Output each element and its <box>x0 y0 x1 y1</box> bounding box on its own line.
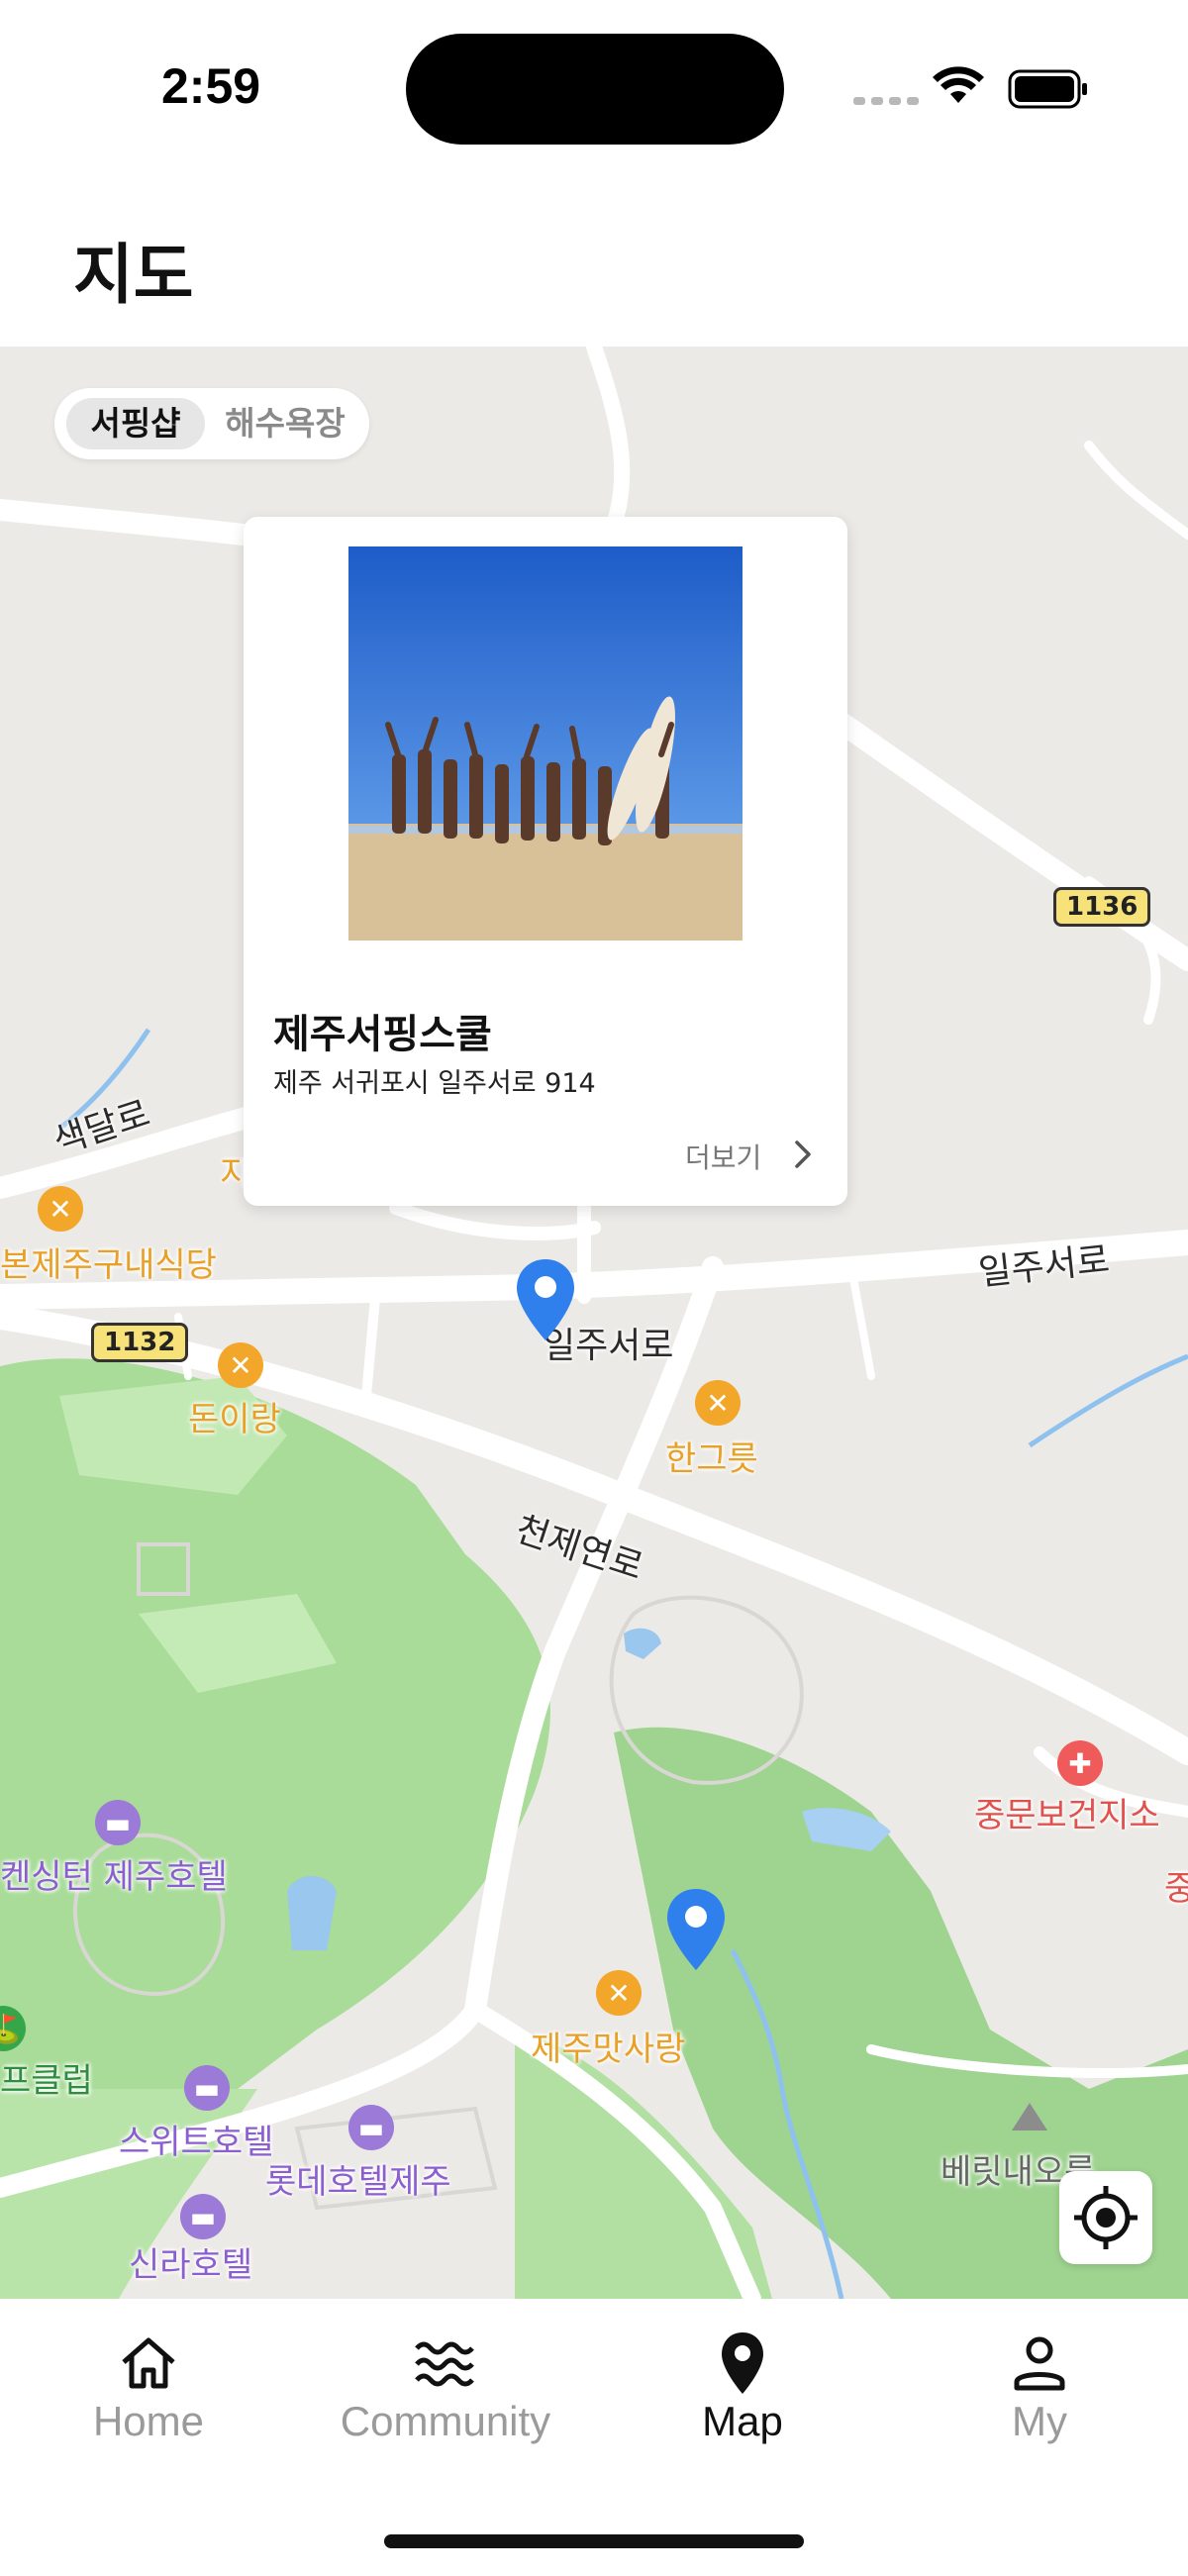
tab-map[interactable]: Map <box>594 2299 891 2477</box>
map-label-restaurant-2: 돈이랑 <box>188 1400 281 1439</box>
health-center-icon[interactable]: ✚ <box>1057 1740 1103 1786</box>
map-label-hotel-3: 롯데호텔제주 <box>265 2162 451 2202</box>
map-label-hotel-1: 켄싱턴 제주호텔 <box>0 1857 228 1897</box>
restaurant-icon[interactable]: ✕ <box>596 1970 642 2016</box>
segment-surf-shop[interactable]: 서핑샵 <box>66 398 205 449</box>
status-time: 2:59 <box>161 58 261 114</box>
category-segment-control: 서핑샵 해수욕장 <box>54 388 369 459</box>
person-icon <box>1014 2336 1065 2391</box>
hotel-icon[interactable]: ▬ <box>184 2065 230 2111</box>
tab-label-home: Home <box>92 2398 205 2444</box>
map-label-health: 중문보건지소 <box>974 1796 1160 1835</box>
tab-label-community: Community <box>340 2398 551 2444</box>
hotel-icon[interactable]: ▬ <box>348 2105 394 2150</box>
map-label-restaurant-1: 본제주구내식당 <box>0 1245 217 1285</box>
signal-icon <box>853 97 919 105</box>
place-photo <box>348 546 742 941</box>
restaurant-icon[interactable]: ✕ <box>38 1186 83 1232</box>
hotel-icon[interactable]: ▬ <box>95 1800 141 1845</box>
wifi-icon <box>933 66 984 103</box>
map-label-health-partial: 중 <box>1164 1869 1188 1909</box>
more-link[interactable]: 더보기 <box>685 1137 761 1176</box>
map-label-golf: 프클럽 <box>0 2061 93 2101</box>
map-label-hotel-2: 스위트호텔 <box>119 2123 274 2162</box>
waves-icon <box>415 2341 474 2387</box>
tab-label-map: Map <box>702 2398 783 2444</box>
home-indicator <box>384 2534 804 2548</box>
map-label-hotel-4: 신라호텔 <box>129 2245 253 2285</box>
restaurant-icon[interactable]: ✕ <box>695 1380 741 1426</box>
page-title: 지도 <box>73 237 194 313</box>
tab-community[interactable]: Community <box>297 2299 594 2477</box>
status-icons <box>853 66 1087 109</box>
tab-home[interactable]: Home <box>0 2299 297 2477</box>
route-shield-1132: 1132 <box>91 1323 189 1362</box>
segment-beach[interactable]: 해수욕장 <box>211 398 359 449</box>
status-bar: 2:59 <box>0 0 1188 178</box>
crosshair-icon <box>1074 2186 1138 2249</box>
map-pin-icon[interactable] <box>665 1887 727 1972</box>
map-pin-icon[interactable] <box>515 1257 576 1342</box>
place-name: 제주서핑스쿨 <box>273 1012 492 1057</box>
current-location-button[interactable] <box>1059 2171 1152 2264</box>
home-icon <box>122 2337 175 2389</box>
map-pin-icon <box>722 2332 763 2394</box>
tab-label-my: My <box>1012 2398 1067 2444</box>
tab-my[interactable]: My <box>891 2299 1188 2477</box>
dynamic-island <box>406 34 784 145</box>
map-label-restaurant-3: 한그릇 <box>665 1439 758 1479</box>
mountain-icon <box>1012 2103 1047 2130</box>
place-card[interactable]: 제주서핑스쿨 제주 서귀포시 일주서로 914 더보기 <box>244 517 847 1206</box>
place-address: 제주 서귀포시 일주서로 914 <box>273 1068 596 1099</box>
chevron-right-icon[interactable] <box>788 1137 818 1172</box>
map-label-restaurant-4: 제주맛사랑 <box>531 2030 686 2069</box>
route-shield-1136: 1136 <box>1053 887 1151 927</box>
hotel-icon[interactable]: ▬ <box>180 2194 226 2239</box>
page-header: 지도 <box>0 178 1188 347</box>
restaurant-icon[interactable]: ✕ <box>218 1342 263 1388</box>
battery-icon <box>1008 69 1087 109</box>
